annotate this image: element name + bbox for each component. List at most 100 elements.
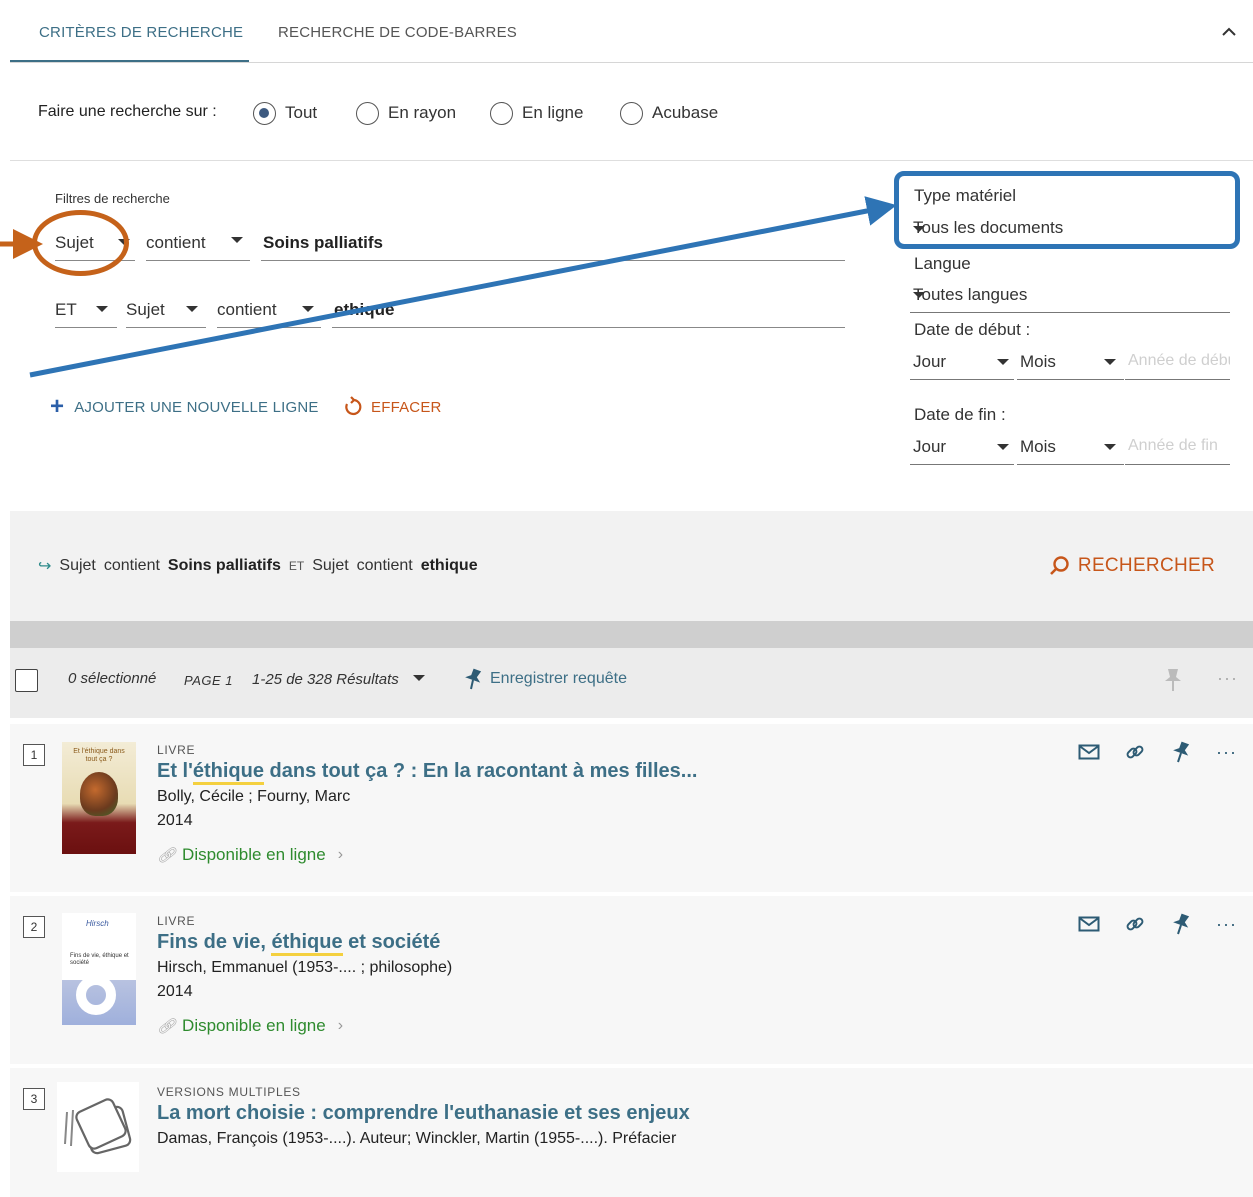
add-new-line-label: AJOUTER UNE NOUVELLE LIGNE <box>74 398 319 416</box>
availability-link[interactable]: 🔗︎ Disponible en ligne › <box>157 845 343 865</box>
end-year-input[interactable]: Année de fin <box>1125 431 1230 465</box>
result-number[interactable]: 3 <box>23 1088 45 1110</box>
scope-option-label: Tout <box>285 103 318 122</box>
add-new-line-button[interactable]: + AJOUTER UNE NOUVELLE LIGNE <box>50 395 319 419</box>
end-day-select[interactable]: Jour <box>910 431 1014 465</box>
query-summary: ↪ Sujet contient Soins palliatifs ET Suj… <box>38 556 478 576</box>
cover-publisher: Hirsch <box>86 919 109 928</box>
result-item[interactable]: 1 Et l'éthique dans tout ça ? LIVRE Et l… <box>10 724 1253 894</box>
search-term-input-row2[interactable]: ethique <box>332 292 845 328</box>
link-icon: 🔗︎ <box>157 847 177 864</box>
cover-title: Fins de vie, éthique et société <box>70 953 129 966</box>
start-day-value: Jour <box>913 352 947 371</box>
scope-radio-all[interactable]: Tout <box>253 100 317 126</box>
chevron-right-icon: › <box>337 1017 344 1034</box>
result-type: LIVRE <box>157 743 196 757</box>
search-term-input-row1[interactable]: Soins palliatifs <box>261 225 845 261</box>
select-all-checkbox[interactable] <box>15 669 38 692</box>
scope-radio-acubase[interactable]: Acubase <box>620 100 718 126</box>
chevron-up-icon[interactable] <box>1219 22 1239 42</box>
result-item[interactable]: 2 Hirsch Fins de vie, éthique et société… <box>10 896 1253 1066</box>
more-options-icon[interactable]: ··· <box>1216 914 1237 935</box>
dropdown-caret-icon <box>231 237 243 243</box>
start-day-select[interactable]: Jour <box>910 346 1014 380</box>
tab-barcode-search[interactable]: RECHERCHE DE CODE-BARRES <box>278 0 517 62</box>
scope-radio-online[interactable]: En ligne <box>490 100 583 126</box>
language-select[interactable]: Toutes langues <box>910 279 1230 313</box>
result-author: Damas, François (1953-....). Auteur; Win… <box>157 1130 677 1147</box>
result-year: 2014 <box>157 812 193 829</box>
result-title-link[interactable]: Et l'éthique dans tout ça ? : En la raco… <box>157 760 697 785</box>
search-icon <box>1050 556 1069 575</box>
search-button-label: RECHERCHER <box>1077 555 1215 576</box>
highlighted-term: éthique <box>192 760 264 785</box>
result-item[interactable]: 3 VERSIONS MULTIPLES La mort choisie : c… <box>10 1068 1253 1197</box>
filters-title: Filtres de recherche <box>55 191 170 206</box>
clear-button[interactable]: EFFACER <box>342 395 442 419</box>
title-part: Fins de vie, <box>157 931 272 953</box>
highlight-oval-annotation <box>32 210 129 276</box>
result-number[interactable]: 2 <box>23 916 45 938</box>
save-query-label: Enregistrer requête <box>490 670 627 687</box>
pin-icon[interactable] <box>1163 667 1183 693</box>
dropdown-caret-icon <box>96 306 108 312</box>
end-day-value: Jour <box>913 437 947 456</box>
more-options-icon[interactable]: ··· <box>1217 668 1238 689</box>
email-icon[interactable] <box>1078 744 1100 760</box>
availability-label: Disponible en ligne <box>182 845 326 864</box>
operator-select-value: contient <box>146 233 206 252</box>
search-term-value: ethique <box>334 300 395 319</box>
pin-icon[interactable] <box>1170 912 1192 936</box>
highlight-box-annotation <box>894 171 1240 249</box>
query-operator: contient <box>356 557 413 574</box>
result-title-link[interactable]: Fins de vie, éthique et société <box>157 931 441 956</box>
end-date-label: Date de fin : <box>914 405 1006 424</box>
dropdown-caret-icon <box>913 292 925 298</box>
query-value: Soins palliatifs <box>167 557 281 574</box>
more-options-icon[interactable]: ··· <box>1216 742 1237 763</box>
scope-option-label: En rayon <box>388 103 457 122</box>
results-range-dropdown[interactable]: 1-25 de 328 Résultats <box>252 671 425 688</box>
query-value: ethique <box>420 557 478 574</box>
selected-count: 0 sélectionné <box>68 670 157 687</box>
end-month-select[interactable]: Mois <box>1017 431 1124 465</box>
start-year-input[interactable]: Année de début <box>1125 346 1230 380</box>
scope-option-label: Acubase <box>652 103 719 122</box>
dropdown-caret-icon <box>997 359 1009 365</box>
link-icon: 🔗︎ <box>157 1018 177 1035</box>
result-author: Hirsch, Emmanuel (1953-.... ; philosophe… <box>157 959 453 976</box>
result-number[interactable]: 1 <box>23 744 45 766</box>
result-type: LIVRE <box>157 914 196 928</box>
book-cover-image[interactable]: Hirsch Fins de vie, éthique et société <box>62 913 136 1025</box>
email-icon[interactable] <box>1078 916 1100 932</box>
dropdown-caret-icon <box>186 306 198 312</box>
dropdown-caret-icon <box>1104 444 1116 450</box>
boolean-select-row2[interactable]: ET <box>55 292 117 328</box>
pin-icon[interactable] <box>1170 740 1192 764</box>
result-title-link[interactable]: La mort choisie : comprendre l'euthanasi… <box>157 1102 690 1125</box>
operator-select-row1[interactable]: contient <box>146 225 250 261</box>
tab-search-criteria[interactable]: CRITÈRES DE RECHERCHE <box>10 0 249 62</box>
scope-radio-shelf[interactable]: En rayon <box>356 100 456 126</box>
operator-select-row2[interactable]: contient <box>217 292 321 328</box>
start-month-select[interactable]: Mois <box>1017 346 1124 380</box>
search-tabs: CRITÈRES DE RECHERCHE RECHERCHE DE CODE-… <box>10 0 1253 63</box>
search-button[interactable]: RECHERCHER <box>1048 555 1215 577</box>
scope-label: Faire une recherche sur : <box>38 103 217 120</box>
start-year-placeholder: Année de début <box>1128 352 1230 369</box>
field-select-row2[interactable]: Sujet <box>126 292 206 328</box>
page-indicator: PAGE 1 <box>184 673 234 688</box>
chevron-right-icon: › <box>337 846 344 863</box>
title-part: Et l' <box>157 760 193 782</box>
start-date-label: Date de début : <box>914 320 1031 339</box>
multiple-versions-icon[interactable] <box>57 1082 139 1172</box>
reset-icon <box>345 396 362 416</box>
divider <box>10 160 1253 161</box>
availability-link[interactable]: 🔗︎ Disponible en ligne › <box>157 1016 343 1036</box>
title-part: et société <box>342 931 441 953</box>
permalink-icon[interactable] <box>1124 913 1146 935</box>
result-author: Bolly, Cécile ; Fourny, Marc <box>157 788 351 805</box>
book-cover-image[interactable]: Et l'éthique dans tout ça ? <box>62 742 136 854</box>
permalink-icon[interactable] <box>1124 741 1146 763</box>
save-query-button[interactable]: Enregistrer requête <box>462 667 627 691</box>
